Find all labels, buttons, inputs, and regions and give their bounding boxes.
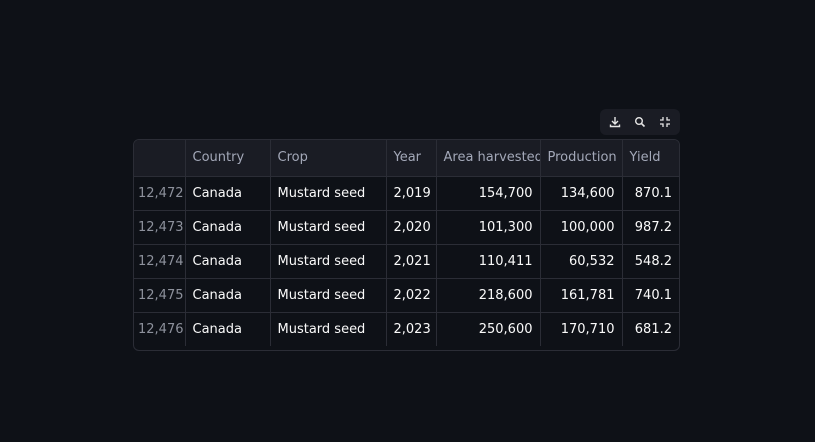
cell-country[interactable]: Canada xyxy=(185,176,271,211)
data-table: Country Crop Year Area harvested Product… xyxy=(134,140,679,346)
cell-crop[interactable]: Mustard seed xyxy=(270,210,387,245)
cell-crop[interactable]: Mustard seed xyxy=(270,312,387,346)
row-index[interactable]: 12,472 xyxy=(134,176,186,211)
cell-year[interactable]: 2,020 xyxy=(386,210,437,245)
cell-yield[interactable]: 548.2 xyxy=(622,244,679,279)
column-header-country[interactable]: Country xyxy=(185,140,271,177)
cell-crop[interactable]: Mustard seed xyxy=(270,278,387,313)
cell-production[interactable]: 170,710 xyxy=(540,312,623,346)
download-icon xyxy=(609,117,620,128)
column-header-year[interactable]: Year xyxy=(386,140,437,177)
cell-year[interactable]: 2,022 xyxy=(386,278,437,313)
cell-country[interactable]: Canada xyxy=(185,210,271,245)
cell-yield[interactable]: 740.1 xyxy=(622,278,679,313)
cell-year[interactable]: 2,023 xyxy=(386,312,437,346)
cell-production[interactable]: 134,600 xyxy=(540,176,623,211)
cell-country[interactable]: Canada xyxy=(185,244,271,279)
cell-year[interactable]: 2,019 xyxy=(386,176,437,211)
row-index[interactable]: 12,475 xyxy=(134,278,186,313)
search-icon xyxy=(634,117,646,128)
row-index[interactable]: 12,476 xyxy=(134,312,186,346)
collapse-icon xyxy=(660,117,671,127)
header-row: Country Crop Year Area harvested Product… xyxy=(134,140,679,177)
cell-area-harvested[interactable]: 250,600 xyxy=(436,312,541,346)
cell-area-harvested[interactable]: 110,411 xyxy=(436,244,541,279)
search-button[interactable] xyxy=(629,111,651,133)
cell-production[interactable]: 161,781 xyxy=(540,278,623,313)
cell-production[interactable]: 60,532 xyxy=(540,244,623,279)
cell-area-harvested[interactable]: 154,700 xyxy=(436,176,541,211)
dataframe-grid[interactable]: Country Crop Year Area harvested Product… xyxy=(133,139,680,351)
cell-crop[interactable]: Mustard seed xyxy=(270,176,387,211)
index-header[interactable] xyxy=(134,140,186,177)
cell-area-harvested[interactable]: 101,300 xyxy=(436,210,541,245)
column-header-yield[interactable]: Yield xyxy=(622,140,679,177)
table-row: 12,475 Canada Mustard seed 2,022 218,600… xyxy=(134,278,679,313)
cell-country[interactable]: Canada xyxy=(185,312,271,346)
fullscreen-button[interactable] xyxy=(654,111,676,133)
column-header-crop[interactable]: Crop xyxy=(270,140,387,177)
cell-country[interactable]: Canada xyxy=(185,278,271,313)
cell-year[interactable]: 2,021 xyxy=(386,244,437,279)
table-row: 12,472 Canada Mustard seed 2,019 154,700… xyxy=(134,176,679,211)
table-row: 12,474 Canada Mustard seed 2,021 110,411… xyxy=(134,244,679,279)
cell-yield[interactable]: 987.2 xyxy=(622,210,679,245)
cell-crop[interactable]: Mustard seed xyxy=(270,244,387,279)
cell-production[interactable]: 100,000 xyxy=(540,210,623,245)
dataframe-toolbar xyxy=(600,109,680,135)
table-row: 12,473 Canada Mustard seed 2,020 101,300… xyxy=(134,210,679,245)
column-header-production[interactable]: Production xyxy=(540,140,623,177)
cell-area-harvested[interactable]: 218,600 xyxy=(436,278,541,313)
row-index[interactable]: 12,474 xyxy=(134,244,186,279)
table-row: 12,476 Canada Mustard seed 2,023 250,600… xyxy=(134,312,679,346)
cell-yield[interactable]: 681.2 xyxy=(622,312,679,346)
cell-yield[interactable]: 870.1 xyxy=(622,176,679,211)
download-button[interactable] xyxy=(604,111,626,133)
column-header-area-harvested[interactable]: Area harvested xyxy=(436,140,541,177)
row-index[interactable]: 12,473 xyxy=(134,210,186,245)
